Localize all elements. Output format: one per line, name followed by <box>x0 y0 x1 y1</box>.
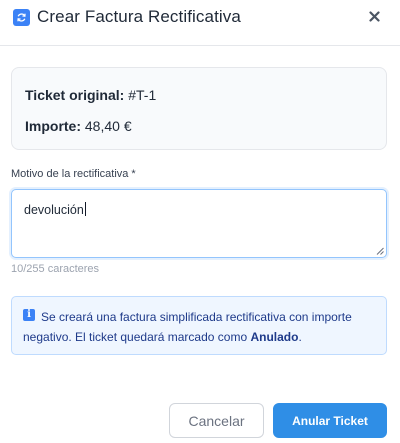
reason-value: devolución <box>24 203 84 217</box>
info-notice: i Se creará una factura simplificada rec… <box>11 296 387 355</box>
reason-label: Motivo de la rectificativa * <box>11 168 136 180</box>
notice-highlight: Anulado <box>250 330 299 344</box>
ticket-amount-label: Importe: <box>25 118 81 134</box>
refresh-icon <box>13 9 30 26</box>
close-icon <box>368 10 380 22</box>
cancel-button[interactable]: Cancelar <box>169 403 264 438</box>
resize-handle-icon[interactable] <box>376 247 384 255</box>
rectificativa-dialog: Crear Factura Rectificativa Ticket origi… <box>0 0 400 443</box>
character-counter: 10/255 caracteres <box>11 263 100 275</box>
notice-text-end: . <box>298 330 302 344</box>
notice-text: Se creará una factura simplificada recti… <box>23 307 383 347</box>
notice-text-main: Se creará una factura simplificada recti… <box>23 310 352 344</box>
ticket-amount-value: 48,40 € <box>84 118 132 134</box>
text-caret <box>84 202 86 216</box>
ticket-original-value: #T-1 <box>128 87 157 103</box>
ticket-summary-card: Ticket original: #T-1 Importe: 48,40 € <box>11 67 387 150</box>
ticket-original-row: Ticket original: #T-1 <box>25 87 156 103</box>
ticket-amount-row: Importe: 48,40 € <box>25 118 132 134</box>
reason-textarea[interactable]: devolución <box>11 189 387 258</box>
ticket-original-label: Ticket original: <box>25 87 125 103</box>
close-button[interactable] <box>364 5 384 27</box>
dialog-header: Crear Factura Rectificativa <box>0 0 400 46</box>
void-ticket-button[interactable]: Anular Ticket <box>273 403 387 438</box>
dialog-title: Crear Factura Rectificativa <box>37 7 241 26</box>
